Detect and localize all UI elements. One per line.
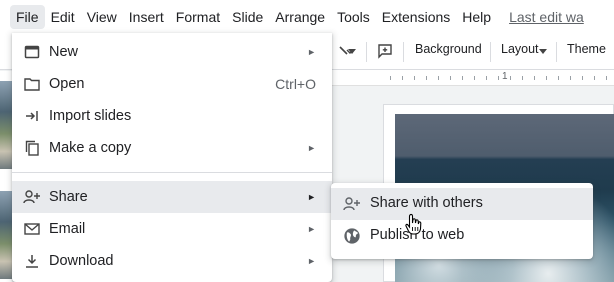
menu-item-label: Import slides [49,108,132,124]
slide-filmstrip [0,71,12,282]
menu-divider [12,172,332,173]
submenu-arrow-icon: ► [307,47,316,57]
menu-extensions[interactable]: Extensions [376,5,456,29]
menu-item-download[interactable]: Download ► [12,245,332,277]
file-menu: New ► Open Ctrl+O Import slides Make a c… [12,33,332,282]
submenu-arrow-icon: ► [307,143,316,153]
ruler-mark: 1 [502,71,508,82]
chevron-down-icon[interactable] [348,49,356,55]
submenu-item-publish-to-web[interactable]: Publish to web [331,220,593,252]
menu-insert[interactable]: Insert [123,5,170,29]
hand-cursor-icon [405,213,422,235]
submenu-arrow-icon: ► [307,256,316,266]
submenu-item-share-with-others[interactable]: Share with others [331,188,593,220]
menu-bar: File Edit View Insert Format Slide Arran… [0,0,614,33]
menu-item-label: Download [49,253,114,269]
toolbar-divider [366,42,367,62]
layout-button[interactable]: Layout [501,42,539,56]
background-button[interactable]: Background [415,42,482,56]
theme-button[interactable]: Theme [567,42,606,56]
chevron-down-icon[interactable] [539,49,547,55]
horizontal-ruler: 1 [330,70,614,86]
menu-arrange[interactable]: Arrange [269,5,331,29]
menu-item-email[interactable]: Email ► [12,213,332,245]
menu-item-share[interactable]: Share ► [12,181,332,213]
menu-item-label: New [49,44,79,60]
submenu-arrow-icon: ► [307,224,316,234]
last-edit-link[interactable]: Last edit wa [509,9,584,25]
add-comment-icon[interactable] [377,43,393,59]
menu-slide[interactable]: Slide [226,5,269,29]
submenu-item-label: Share with others [370,195,483,211]
person-add-icon [23,188,41,206]
slide-thumbnail[interactable] [0,81,12,169]
submenu-arrow-icon: ► [307,192,316,202]
menu-format[interactable]: Format [170,5,226,29]
toolbar-divider [403,42,404,62]
menu-view[interactable]: View [81,5,123,29]
folder-icon [23,75,41,93]
menu-item-label: Make a copy [49,140,132,156]
shortcut-label: Ctrl+O [275,76,316,92]
copy-icon [23,139,41,157]
menu-item-import-slides[interactable]: Import slides [12,100,332,132]
toolbar-divider [490,42,491,62]
menu-item-open[interactable]: Open Ctrl+O [12,68,332,100]
menu-file[interactable]: File [10,4,45,29]
slides-icon [23,43,41,61]
menu-tools[interactable]: Tools [331,5,376,29]
menu-item-new[interactable]: New ► [12,36,332,68]
toolbar-divider [556,42,557,62]
menu-help[interactable]: Help [456,5,497,29]
share-submenu: Share with others Publish to web [331,183,593,259]
mail-icon [23,220,41,238]
globe-icon [344,228,360,244]
import-icon [23,107,41,125]
slide-thumbnail[interactable] [0,191,12,279]
menu-item-label: Email [49,221,86,237]
menu-edit[interactable]: Edit [45,5,81,29]
menu-item-label: Open [49,76,85,92]
menu-item-make-a-copy[interactable]: Make a copy ► [12,132,332,164]
menu-item-label: Share [49,189,88,205]
person-add-icon [343,197,360,211]
download-icon [23,252,41,270]
